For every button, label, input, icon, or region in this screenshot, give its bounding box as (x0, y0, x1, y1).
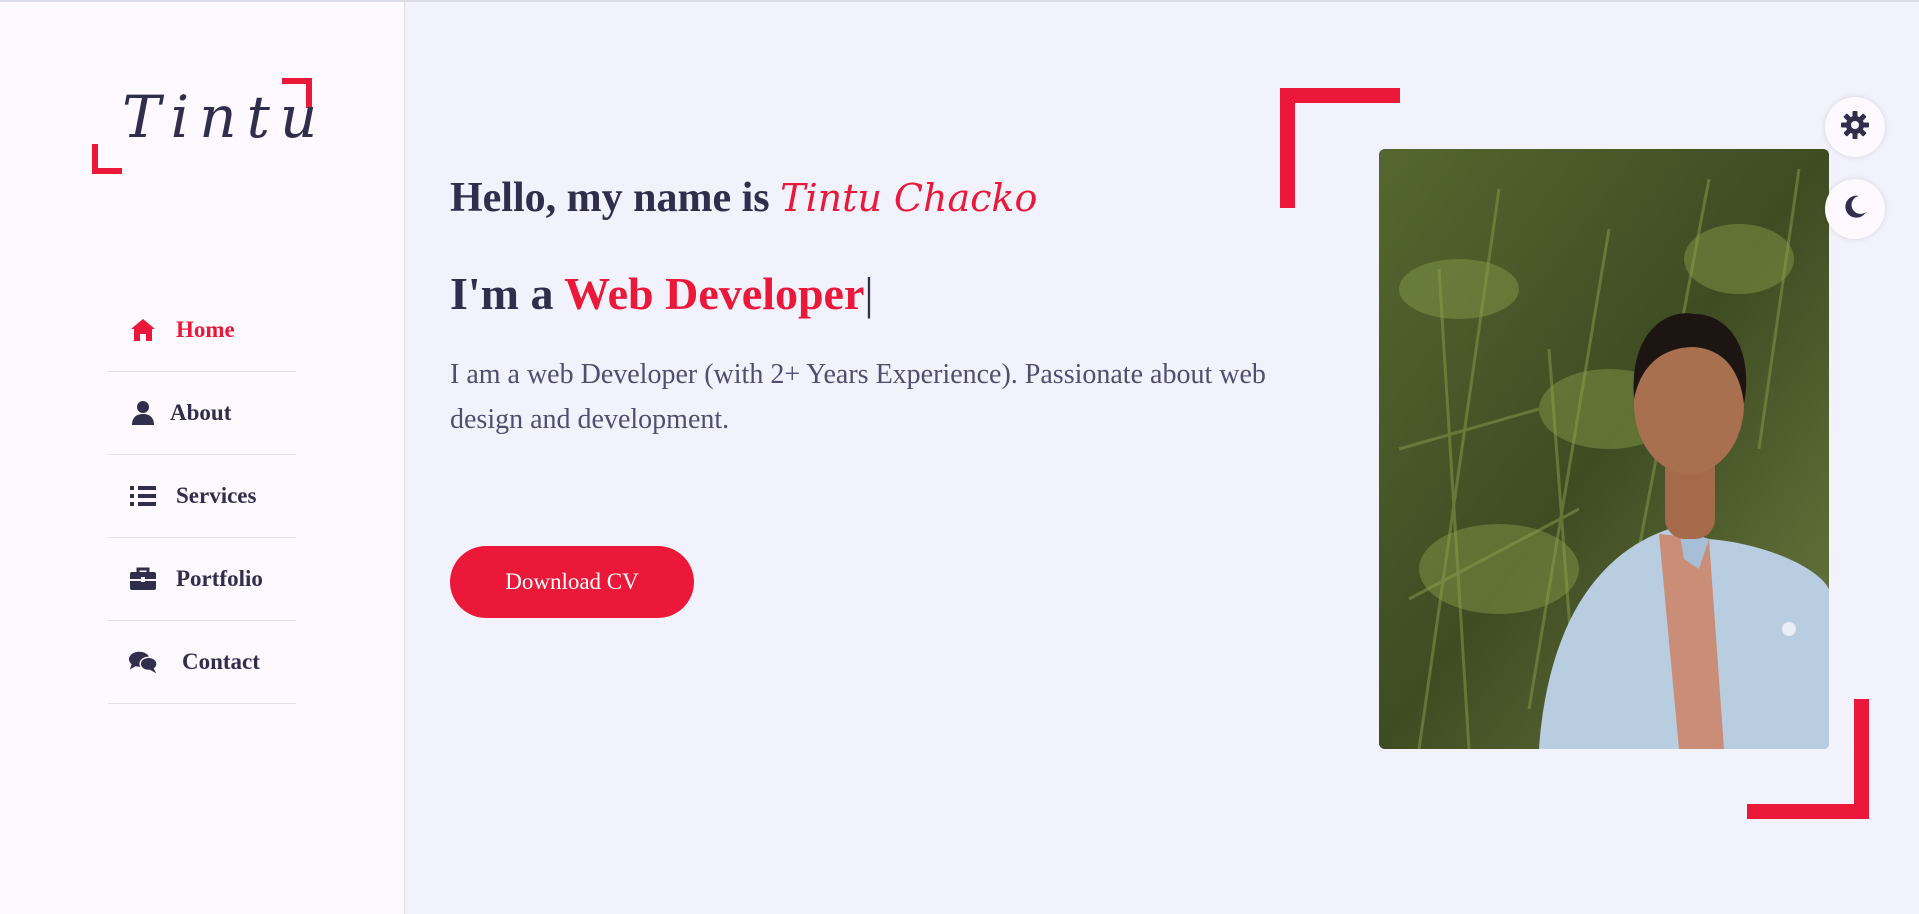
profile-photo (1379, 149, 1829, 749)
nav-item-portfolio[interactable]: Portfolio (108, 538, 296, 621)
intro-description: I am a web Developer (with 2+ Years Expe… (450, 359, 1266, 435)
nav-item-label: Services (176, 483, 257, 508)
list-icon (128, 482, 158, 510)
logo[interactable]: Tintu (92, 78, 317, 174)
logo-corner-bottom-left (92, 144, 122, 174)
gear-icon (1840, 110, 1870, 145)
user-icon (128, 399, 158, 427)
nav-item-about[interactable]: About (108, 372, 296, 455)
name-text: Tintu Chacko (780, 176, 1038, 220)
role-text: Web Developer (564, 268, 865, 319)
nav-item-label: Portfolio (176, 566, 263, 591)
nav-item-label: About (170, 400, 232, 425)
moon-icon (1841, 193, 1869, 226)
greeting-text: Hello, my name is (450, 175, 781, 221)
role-prefix: I'm a (450, 268, 565, 319)
greeting-heading: Hello, my name is Tintu Chacko (450, 174, 1037, 222)
download-cv-button[interactable]: Download CV (450, 546, 694, 618)
briefcase-icon (128, 565, 158, 593)
nav-item-home[interactable]: Home (108, 289, 296, 372)
dark-mode-toggle[interactable] (1825, 179, 1885, 239)
nav-item-contact[interactable]: Contact (108, 621, 296, 704)
sidebar: Tintu Home About Services Portfolio Cont… (0, 2, 405, 914)
main-nav: Home About Services Portfolio Contact (108, 289, 296, 704)
home-icon (128, 316, 158, 344)
nav-item-label: Contact (182, 649, 260, 674)
role-heading: I'm a Web Developer| (450, 267, 874, 320)
nav-item-label: Home (176, 317, 235, 342)
typing-cursor: | (864, 268, 874, 319)
chat-icon (128, 648, 158, 676)
logo-text: Tintu (122, 83, 328, 151)
nav-item-services[interactable]: Services (108, 455, 296, 538)
style-switcher-button[interactable] (1825, 97, 1885, 157)
